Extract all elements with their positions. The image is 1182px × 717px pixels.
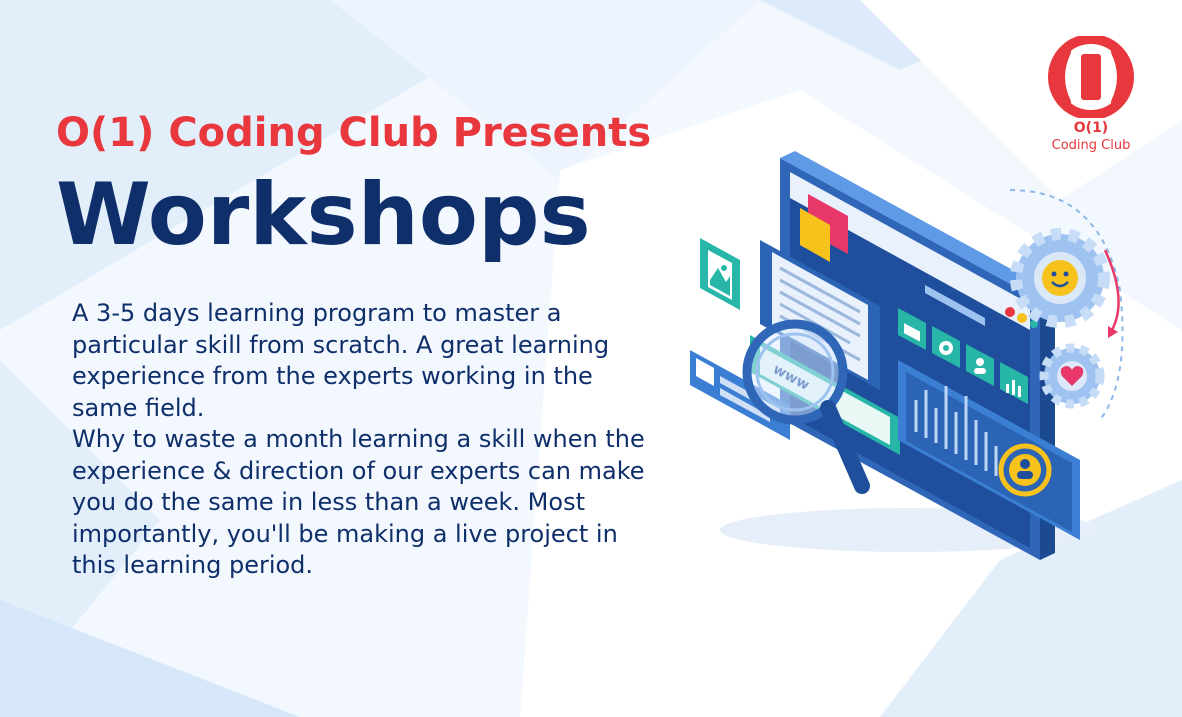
smiley-gear-icon	[1010, 228, 1110, 328]
description-paragraph-1: A 3-5 days learning program to master a …	[72, 299, 610, 422]
club-logo: O(1) Coding Club	[1040, 36, 1142, 160]
image-icon	[700, 238, 740, 310]
heart-gear-icon	[1039, 343, 1105, 409]
poster: O(1) Coding Club Presents Workshops A 3-…	[0, 0, 1182, 717]
description-paragraph-2: Why to waste a month learning a skill wh…	[72, 425, 645, 579]
logo-title: O(1)	[1073, 120, 1109, 136]
page-title: Workshops	[56, 165, 591, 265]
description: A 3-5 days learning program to master a …	[72, 298, 652, 582]
presents-heading: O(1) Coding Club Presents	[56, 110, 652, 156]
o1-logo-icon	[1048, 36, 1134, 118]
web-dashboard-illustration: www	[690, 151, 1124, 560]
